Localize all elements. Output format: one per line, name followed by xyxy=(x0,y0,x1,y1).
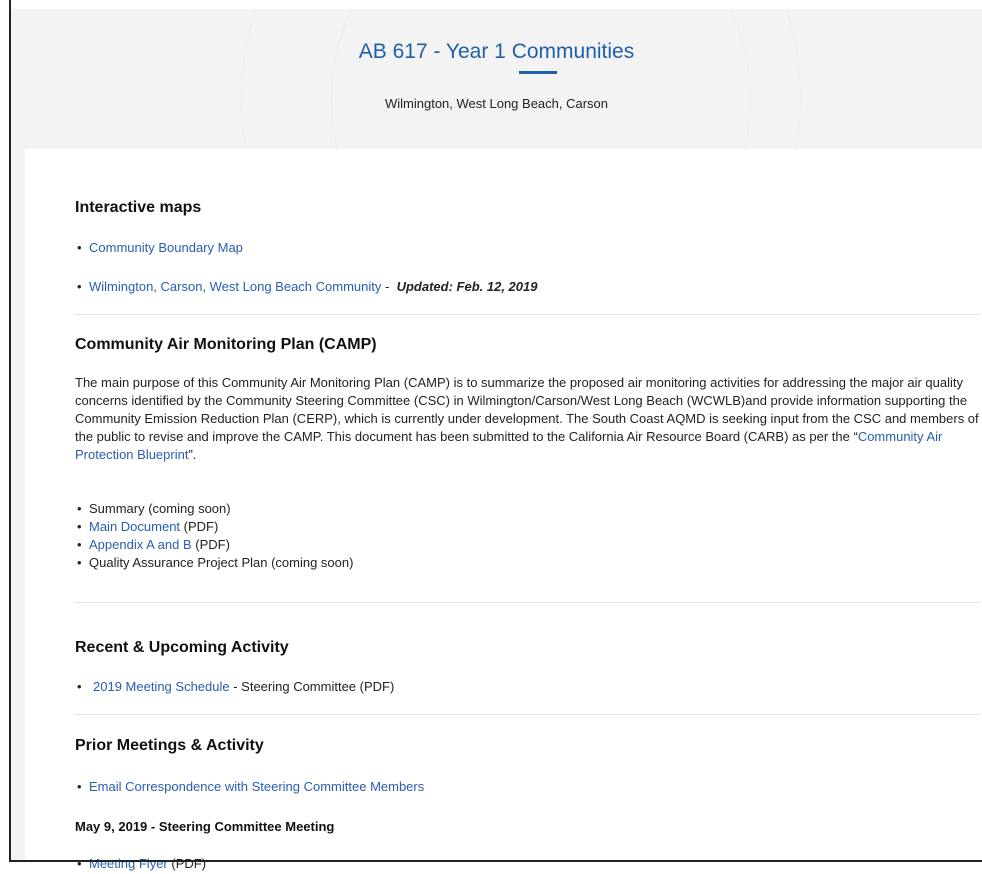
bullet: • xyxy=(77,519,82,534)
list-item: • Community Boundary Map xyxy=(75,240,243,255)
pdf-label: (PDF) xyxy=(167,856,207,871)
list-item: • Summary (coming soon) xyxy=(75,501,231,516)
meeting-schedule-label: - Steering Committee (PDF) xyxy=(229,679,395,694)
page-title: AB 617 - Year 1 Communities xyxy=(358,40,635,63)
bullet: • xyxy=(77,501,82,516)
pdf-label: (PDF) xyxy=(191,537,230,552)
list-item: • Wilmington, Carson, West Long Beach Com… xyxy=(75,279,537,294)
qapp-text: Quality Assurance Project Plan (coming s… xyxy=(89,555,354,570)
section-divider xyxy=(75,714,979,715)
bullet: • xyxy=(77,779,82,794)
list-item: • Appendix A and B (PDF) xyxy=(75,537,230,552)
pdf-label: (PDF) xyxy=(180,519,219,534)
bullet: • xyxy=(77,679,82,694)
list-item: • 2019 Meeting Schedule - Steering Commit… xyxy=(75,679,394,694)
list-item: • Quality Assurance Project Plan (coming … xyxy=(75,555,353,570)
section-divider xyxy=(75,314,979,315)
meeting-flyer-link[interactable]: Meeting Flyer xyxy=(89,856,168,871)
community-boundary-map-link[interactable]: Community Boundary Map xyxy=(89,240,243,255)
section-heading-recent-activity: Recent & Upcoming Activity xyxy=(75,639,289,656)
section-heading-prior-meetings: Prior Meetings & Activity xyxy=(75,737,264,754)
list-item: • Email Correspondence with Steering Comm… xyxy=(75,779,424,794)
page-subtitle: Wilmington, West Long Beach, Carson xyxy=(384,96,609,111)
bullet: • xyxy=(77,856,82,871)
section-heading-interactive-maps: Interactive maps xyxy=(75,199,202,216)
bullet: • xyxy=(77,537,82,552)
camp-description-text: The main purpose of this Community Air M… xyxy=(75,375,979,444)
list-item: • Meeting Flyer (PDF) xyxy=(75,856,206,871)
title-underline xyxy=(519,71,557,74)
page-header-banner: AB 617 - Year 1 Communities Wilmington, … xyxy=(11,9,982,149)
main-document-link[interactable]: Main Document xyxy=(89,519,180,534)
separator: - xyxy=(381,279,393,294)
page-bottom-border xyxy=(9,860,982,862)
summary-text: Summary (coming soon) xyxy=(89,501,231,516)
bullet: • xyxy=(77,555,82,570)
list-item: • Main Document (PDF) xyxy=(75,519,218,534)
updated-note: Updated: Feb. 12, 2019 xyxy=(396,279,538,294)
camp-description: The main purpose of this Community Air M… xyxy=(75,374,979,464)
content-side-band xyxy=(11,149,25,860)
camp-description-end: ”. xyxy=(188,447,197,462)
section-heading-camp: Community Air Monitoring Plan (CAMP) xyxy=(75,336,377,353)
appendix-a-b-link[interactable]: Appendix A and B xyxy=(89,537,192,552)
decorative-arc xyxy=(331,9,751,149)
meeting-heading-may-9-2019: May 9, 2019 - Steering Committee Meeting xyxy=(75,819,335,834)
meeting-schedule-2019-link[interactable]: 2019 Meeting Schedule xyxy=(93,679,230,694)
bullet: • xyxy=(77,279,82,294)
wcwlb-community-map-link[interactable]: Wilmington, Carson, West Long Beach Comm… xyxy=(89,279,381,294)
section-divider xyxy=(75,602,979,603)
bullet: • xyxy=(77,240,82,255)
email-correspondence-link[interactable]: Email Correspondence with Steering Commi… xyxy=(89,779,424,794)
